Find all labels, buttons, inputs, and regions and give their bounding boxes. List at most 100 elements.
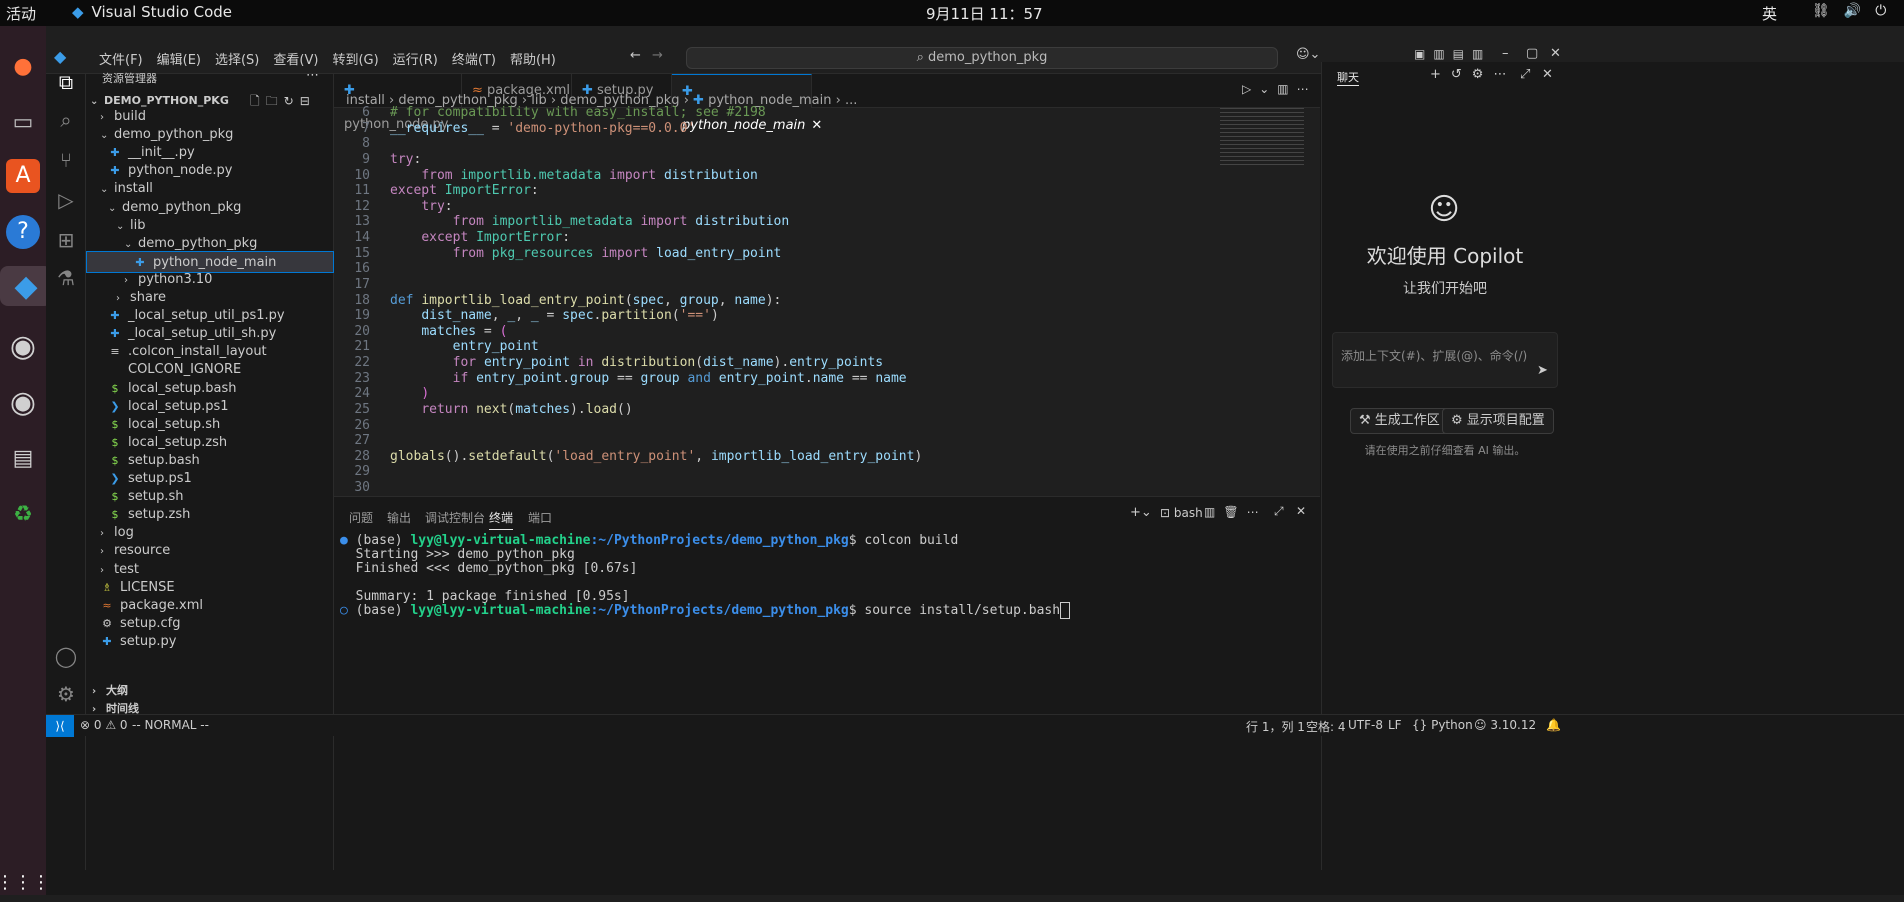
tab-terminal[interactable]: 终端 [489,509,514,530]
copilot-icon[interactable]: ☺⌄ [1296,47,1320,62]
chat-input[interactable]: 添加上下文(#)、扩展(@)、命令(/) ➤ [1332,332,1558,388]
minimize-icon[interactable]: – [1502,46,1509,61]
menu-terminal[interactable]: 终端(T) [452,49,496,68]
code-line[interactable]: 26 [334,418,390,434]
language-mode[interactable]: {} Python [1412,718,1473,732]
vscode-dock-icon[interactable]: ◆ [0,266,52,306]
help-icon[interactable]: ? [4,212,42,252]
disc-icon[interactable]: ◉ [4,326,42,366]
problems-indicator[interactable]: ⊗ 0 ⚠ 0 [80,718,128,732]
input-method-indicator[interactable]: 英 [1762,3,1777,24]
run-debug-icon[interactable]: ▷ [54,188,78,212]
menu-selection[interactable]: 选择(S) [215,49,259,68]
testing-icon[interactable]: ⚗ [54,266,78,290]
code-line[interactable]: 8 [334,136,390,152]
menu-view[interactable]: 查看(V) [273,49,318,68]
chat-actions[interactable]: +↺⚙⋯ [1430,67,1516,82]
show-apps-icon[interactable]: ⋮⋮⋮ [0,862,50,902]
notifications-icon[interactable]: 🔔 [1546,718,1561,732]
code-line[interactable]: 19 dist_name, _, _ = spec.partition('=='… [334,308,718,324]
code-line[interactable]: 11 except ImportError: [334,183,538,199]
code-line[interactable]: 17 [334,277,390,293]
app-menu[interactable]: ◆ Visual Studio Code [72,3,232,21]
code-line[interactable]: 6 # for compatibility with easy_install; … [334,105,766,121]
code-line[interactable]: 30 [334,480,390,496]
chat-subtitle: 让我们开始吧 [1403,281,1487,297]
maximize-icon[interactable]: ▢ [1526,46,1538,61]
end-of-line[interactable]: LF [1388,718,1402,732]
firefox-icon[interactable]: ● [4,46,42,86]
back-arrow-icon[interactable]: ← [630,48,641,63]
terminal-actions[interactable]: ▥🗑⋯ [1204,505,1267,519]
outline-section[interactable]: › 大纲 [92,682,128,698]
menu-go[interactable]: 转到(G) [332,49,378,68]
close-panel-icon[interactable]: ✕ [1296,504,1306,518]
text-editor-icon[interactable]: ▤ [4,438,42,478]
close-chat-icon[interactable]: ✕ [1542,67,1553,82]
tree-item-label: python_node_main [153,254,277,270]
code-line[interactable]: 13 from importlib_metadata import distri… [334,214,789,230]
indentation[interactable]: 空格: 4 [1306,718,1346,735]
code-line[interactable]: 10 from importlib.metadata import distri… [334,168,758,184]
source-control-icon[interactable]: ⑂ [54,148,78,172]
command-center-search[interactable]: ⌕ demo_python_pkg [686,47,1278,69]
remote-icon[interactable]: ⟩⟨ [46,715,74,737]
layout-toggle-icons[interactable]: ▣▥▤▥ [1414,47,1491,61]
encoding[interactable]: UTF-8 [1348,718,1383,732]
tab-ports[interactable]: 端口 [528,509,552,526]
menu-edit[interactable]: 编辑(E) [157,49,201,68]
code-line[interactable]: 29 [334,464,390,480]
code-line[interactable]: 18 def importlib_load_entry_point(spec, g… [334,293,781,309]
explorer-icon[interactable]: ⧉ [54,70,78,94]
python-version[interactable]: ☺ 3.10.12 [1474,718,1536,732]
activities-button[interactable]: 活动 [6,3,36,24]
code-line[interactable]: 12 try: [334,199,452,215]
code-line[interactable]: 7 __requires__ = 'demo-python-pkg==0.0.0' [334,121,695,137]
code-line[interactable]: 15 from pkg_resources import load_entry_… [334,246,781,262]
tree-item[interactable]: ✚ setup.py [86,631,334,653]
line-number: 30 [354,480,370,496]
files-icon[interactable]: ▭ [4,102,42,142]
menu-help[interactable]: 帮助(H) [510,49,556,68]
menu-run[interactable]: 运行(R) [393,49,438,68]
show-config-button[interactable]: ⚙ 显示项目配置 [1442,408,1554,434]
python-version-label: 3.10.12 [1490,718,1537,732]
code-line[interactable]: 27 [334,433,390,449]
trash-icon[interactable]: ♻ [4,494,42,534]
new-terminal-icon[interactable]: +⌄ [1130,505,1152,520]
app-center-icon[interactable]: A [4,156,42,196]
tab-problems[interactable]: 问题 [349,509,373,526]
account-icon[interactable]: ◯ [54,644,78,668]
close-window-icon[interactable]: ✕ [1550,46,1561,61]
settings-gear-icon[interactable]: ⚙ [54,682,78,706]
code-line[interactable]: 21 entry_point [334,339,538,355]
code-line[interactable]: 28 globals().setdefault('load_entry_point… [334,449,922,465]
menu-file[interactable]: 文件(F) [99,49,143,68]
cursor-position[interactable]: 行 1，列 1 [1246,718,1305,735]
minimap[interactable] [1220,108,1304,168]
system-tray[interactable]: ⛓ 🔊 ⏻ [1812,3,1886,19]
code-line[interactable]: 22 for entry_point in distribution(dist_… [334,355,883,371]
forward-arrow-icon[interactable]: → [652,48,663,63]
disc-icon-2[interactable]: ◉ [4,382,42,422]
extensions-icon[interactable]: ⊞ [54,228,78,252]
code-line[interactable]: 25 return next(matches).load() [334,402,632,418]
code-line[interactable]: 9 try: [334,152,421,168]
code-line[interactable]: 14 except ImportError: [334,230,570,246]
terminal-shell-selector[interactable]: ⊡ bash [1160,506,1203,520]
close-tab-icon[interactable]: ✕ [811,118,822,133]
more-actions-icon[interactable]: ⋯ [306,68,319,83]
code-line[interactable]: 23 if entry_point.group == group and ent… [334,371,906,387]
tab-output[interactable]: 输出 [387,509,411,526]
generate-workspace-button[interactable]: ⚒ 生成工作区 [1350,408,1449,434]
breadcrumb-item[interactable]: ... [845,93,857,108]
tab-debug-console[interactable]: 调试控制台 [425,509,485,526]
maximize-chat-icon[interactable]: ⤢ [1520,67,1530,82]
code-line[interactable]: 20 matches = ( [334,324,507,340]
send-icon[interactable]: ➤ [1537,363,1548,378]
maximize-panel-icon[interactable]: ⤢ [1274,504,1284,519]
code-line[interactable]: 24 ) [334,386,429,402]
code-line[interactable]: 16 [334,261,390,277]
clock[interactable]: 9月11日 11：57 [926,3,1043,24]
search-view-icon[interactable]: ⌕ [54,108,78,132]
